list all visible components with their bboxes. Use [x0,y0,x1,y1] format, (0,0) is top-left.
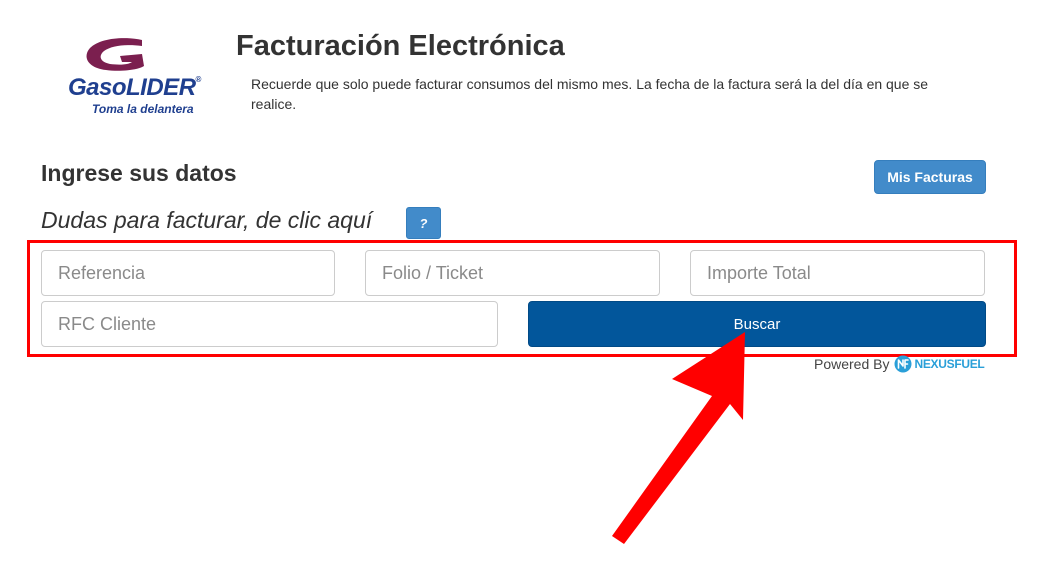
powered-by-label: Powered By [814,356,890,372]
page-title: Facturación Electrónica [236,30,565,62]
logo-tagline: Toma la delantera [92,102,194,116]
my-invoices-button[interactable]: Mis Facturas [874,160,986,194]
referencia-input[interactable] [41,250,335,296]
folio-ticket-input[interactable] [365,250,660,296]
search-button[interactable]: Buscar [528,301,986,347]
help-text: Dudas para facturar, de clic aquí [41,207,373,233]
rfc-cliente-input[interactable] [41,301,498,347]
billing-notice: Recuerde que solo puede facturar consumo… [251,76,929,112]
importe-total-input[interactable] [690,250,985,296]
powered-by: Powered By NEXUSFUEL [814,353,985,375]
help-button[interactable]: ? [406,207,441,239]
nexusfuel-icon [894,355,912,373]
section-title: Ingrese sus datos [41,160,237,186]
gasolider-logo: GasoLIDER® Toma la delantera [62,34,238,118]
nexusfuel-logo: NEXUSFUEL [894,355,985,373]
logo-wordmark: GasoLIDER® [68,74,201,101]
provider-name: NEXUSFUEL [914,357,985,371]
